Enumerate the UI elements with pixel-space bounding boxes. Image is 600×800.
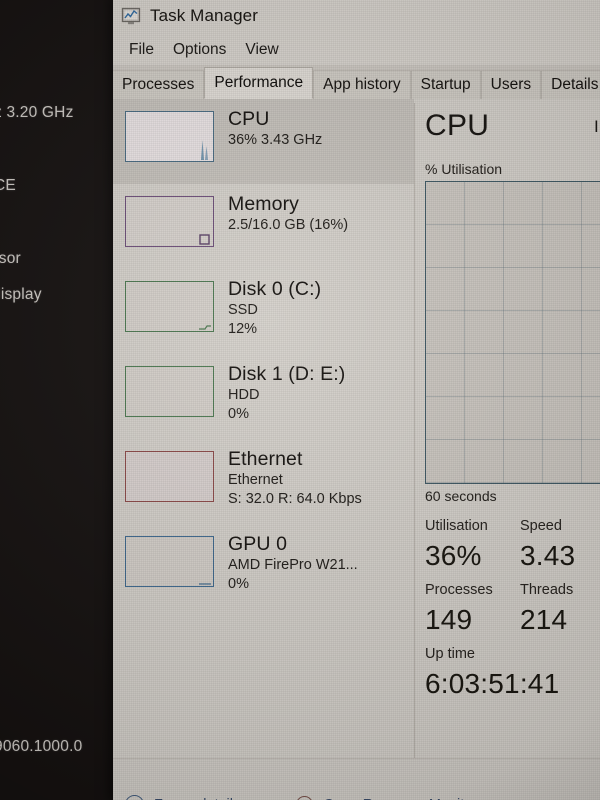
resource-item-disk-0[interactable]: Disk 0 (C:) SSD 12% [113, 269, 414, 354]
resource-list[interactable]: CPU 36% 3.43 GHz Memory 2.5/16.0 GB (16%… [113, 99, 414, 800]
window-body: CPU 36% 3.43 GHz Memory 2.5/16.0 GB (16%… [113, 99, 600, 800]
resource-item-cpu[interactable]: CPU 36% 3.43 GHz [113, 99, 414, 184]
tab-app-history[interactable]: App history [313, 70, 411, 99]
gpu-0-thumbnail-graph [125, 536, 214, 587]
disk-1-title: Disk 1 (D: E:) [228, 363, 346, 385]
window-title: Task Manager [150, 6, 258, 25]
disk-0-sub-1: SSD [228, 302, 258, 318]
disk-0-text: Disk 0 (C:) SSD 12% [228, 276, 321, 339]
detail-title: CPU [425, 109, 490, 142]
stat-threads-label: Threads [520, 582, 574, 598]
stats-row-2: Processes 149 Threads 214 [425, 578, 600, 638]
graph-x-label: 60 seconds [425, 488, 497, 504]
gpu-flat-icon [199, 583, 211, 585]
stat-uptime-value: 6:03:51:41 [425, 668, 560, 699]
stat-threads-value: 214 [520, 604, 568, 635]
stat-threads: Threads 214 [520, 578, 600, 638]
disk-1-text: Disk 1 (D: E:) HDD 0% [228, 361, 345, 424]
title-bar[interactable]: Task Manager [113, 0, 600, 36]
detail-pane: CPU I % Utilisation 60 seconds Utilisati… [415, 99, 600, 800]
fewer-details-button[interactable]: Fewer details [154, 797, 240, 800]
ethernet-text: Ethernet Ethernet S: 32.0 R: 64.0 Kbps [228, 446, 362, 509]
open-resource-monitor-link[interactable]: Open Resource Monitor [323, 797, 477, 800]
gpu-0-text: GPU 0 AMD FirePro W21... 0% [228, 531, 358, 594]
cpu-text: CPU 36% 3.43 GHz [228, 106, 322, 150]
resource-item-gpu-0[interactable]: GPU 0 AMD FirePro W21... 0% [113, 524, 414, 609]
stat-speed-label: Speed [520, 518, 562, 534]
gear-icon[interactable] [296, 796, 314, 800]
stat-processes-label: Processes [425, 582, 493, 598]
bottom-bar[interactable]: Fewer details Open Resource Monitor [113, 758, 600, 800]
resource-item-memory[interactable]: Memory 2.5/16.0 GB (16%) [113, 184, 414, 269]
stat-speed-value: 3.43 [520, 540, 576, 571]
resource-item-disk-1[interactable]: Disk 1 (D: E:) HDD 0% [113, 354, 414, 439]
memory-block-icon [199, 234, 210, 245]
ethernet-sub-2: S: 32.0 R: 64.0 Kbps [228, 491, 362, 507]
stat-uptime-label: Up time [425, 646, 475, 662]
background-window[interactable]: z 3.20 GHz CE essor display 9060.1000.0 [0, 0, 116, 800]
disk-1-sub-1: HDD [228, 387, 260, 403]
background-text-line: display [0, 286, 42, 303]
stat-utilisation-value: 36% [425, 540, 482, 571]
tab-processes[interactable]: Processes [113, 70, 205, 99]
cpu-spike-icon [201, 140, 208, 160]
tab-details[interactable]: Details [541, 70, 600, 99]
chevron-up-icon[interactable] [125, 795, 144, 800]
stats-row-3: Up time 6:03:51:41 [425, 642, 600, 702]
ethernet-thumbnail-graph [125, 451, 214, 502]
background-text-line: 9060.1000.0 [0, 738, 83, 755]
memory-sub-1: 2.5/16.0 GB (16%) [228, 217, 349, 233]
memory-thumbnail-graph [125, 196, 214, 247]
memory-text: Memory 2.5/16.0 GB (16%) [228, 191, 348, 235]
background-text-line: essor [0, 250, 21, 267]
screen-photo: z 3.20 GHz CE essor display 9060.1000.0 Task… [0, 0, 600, 800]
cpu-utilisation-graph[interactable] [425, 181, 600, 484]
tab-strip[interactable]: Processes Performance App history Startu… [113, 65, 600, 99]
memory-title: Memory [228, 193, 300, 215]
background-text-line: CE [0, 177, 16, 194]
disk-flat-icon [199, 325, 211, 330]
cpu-title: CPU [228, 108, 270, 130]
stat-utilisation-label: Utilisation [425, 518, 488, 534]
menu-bar[interactable]: File Options View [113, 36, 600, 64]
menu-item-view[interactable]: View [236, 40, 288, 61]
task-manager-icon [121, 7, 141, 26]
stat-uptime: Up time 6:03:51:41 [425, 642, 600, 702]
menu-item-options[interactable]: Options [164, 40, 236, 61]
gpu-0-sub-1: AMD FirePro W21... [228, 557, 358, 573]
bottom-bar-inner: Fewer details Open Resource Monitor [125, 795, 477, 800]
tab-users[interactable]: Users [480, 70, 542, 99]
stat-speed: Speed 3.43 [520, 514, 600, 574]
background-text-line: z 3.20 GHz [0, 104, 74, 121]
disk-0-title: Disk 0 (C:) [228, 278, 322, 300]
disk-1-thumbnail-graph [125, 366, 214, 417]
gpu-0-sub-2: 0% [228, 576, 249, 592]
ethernet-sub-1: Ethernet [228, 472, 283, 488]
tab-performance[interactable]: Performance [204, 67, 314, 99]
disk-0-sub-2: 12% [228, 321, 258, 337]
detail-title-clipped-text: I [594, 117, 599, 136]
ethernet-title: Ethernet [228, 448, 303, 470]
stat-utilisation: Utilisation 36% [425, 514, 520, 574]
task-manager-window[interactable]: Task Manager File Options View Processes… [113, 0, 600, 800]
stats-grid: Utilisation 36% Speed 3.43 Processes 149 [425, 514, 600, 702]
disk-0-thumbnail-graph [125, 281, 214, 332]
stats-row-1: Utilisation 36% Speed 3.43 [425, 514, 600, 574]
tab-startup[interactable]: Startup [410, 70, 481, 99]
stat-processes-value: 149 [425, 604, 473, 635]
cpu-thumbnail-graph [125, 111, 214, 162]
menu-item-file[interactable]: File [120, 40, 164, 61]
graph-axis-label: % Utilisation [425, 161, 503, 177]
disk-1-sub-2: 0% [228, 406, 249, 422]
stat-processes: Processes 149 [425, 578, 520, 638]
resource-item-ethernet[interactable]: Ethernet Ethernet S: 32.0 R: 64.0 Kbps [113, 439, 414, 524]
cpu-sub-1: 36% 3.43 GHz [228, 132, 323, 148]
gpu-0-title: GPU 0 [228, 533, 288, 555]
